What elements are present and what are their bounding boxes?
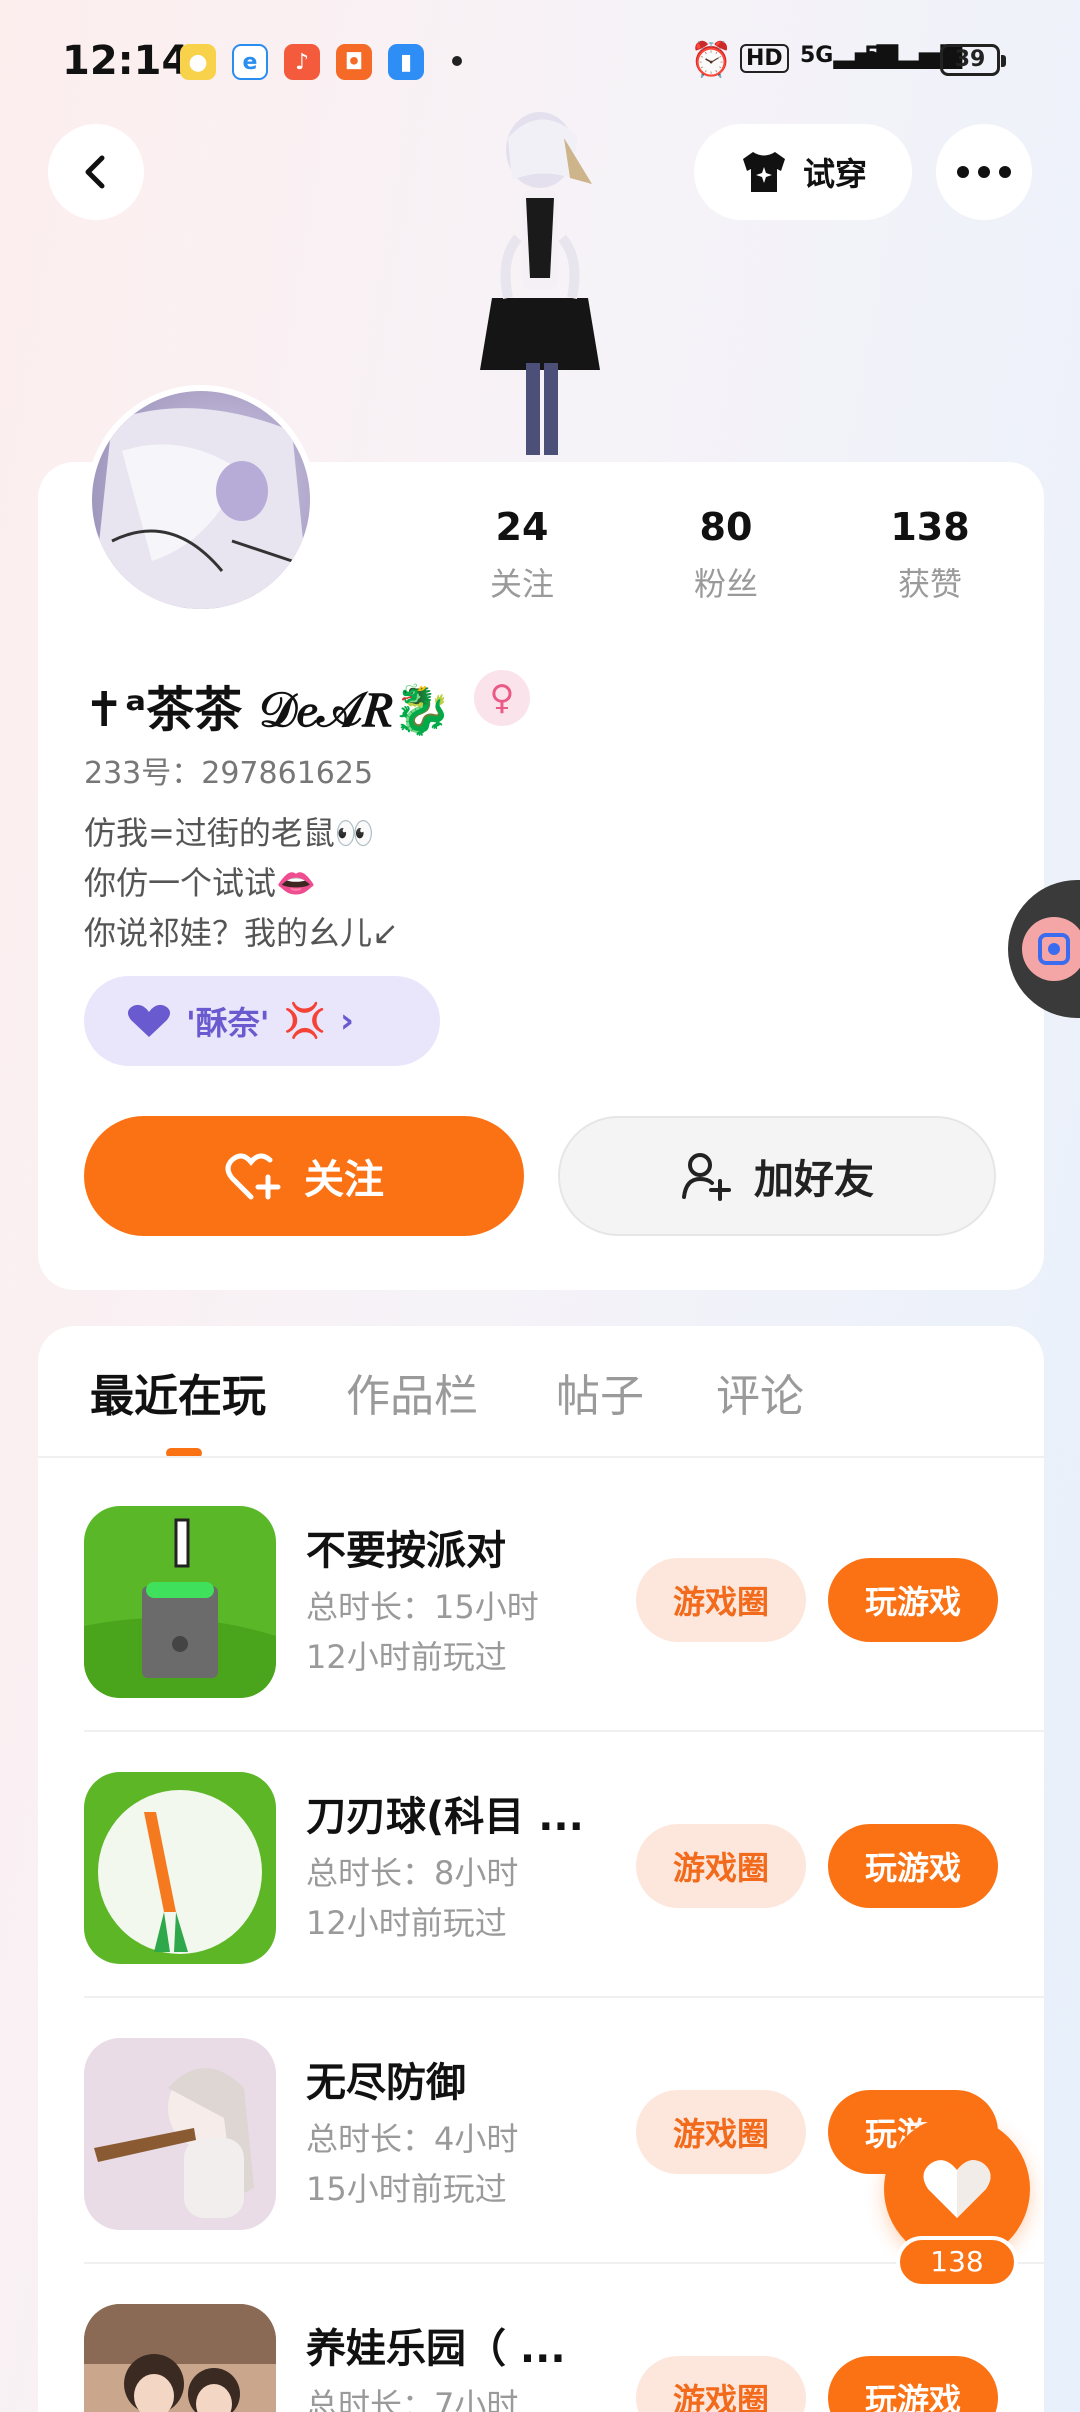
tab-works[interactable]: 作品栏	[346, 1360, 478, 1424]
stat-likes-label: 获赞	[897, 565, 962, 603]
game-thumbnail	[84, 1506, 276, 1698]
game-circle-button[interactable]: 游戏圈	[636, 2356, 806, 2412]
game-thumbnail	[84, 1772, 276, 1964]
back-button[interactable]	[48, 124, 144, 220]
game-last-played: 12小时前玩过	[306, 1904, 507, 1942]
tag-label: '酥奈'	[186, 1004, 270, 1042]
stat-following[interactable]: 24 关注	[442, 505, 602, 605]
profile-name: ✝ᵃ茶茶 𝒟𝑒𝒜𝑅🐉	[84, 682, 453, 738]
game-thumbnail	[84, 2304, 276, 2412]
more-button[interactable]	[936, 124, 1032, 220]
battery-indicator: 39	[940, 44, 1006, 76]
game-thumbnail	[84, 2038, 276, 2230]
tab-posts[interactable]: 帖子	[556, 1360, 644, 1424]
qq-browser-icon: e	[232, 44, 268, 80]
more-dots-icon	[957, 166, 1011, 178]
bio-line-2: 你仿一个试试👄	[84, 864, 316, 902]
stat-fans-value: 80	[699, 505, 753, 549]
follow-label: 关注	[304, 1157, 384, 1203]
floating-like-count: 138	[896, 2236, 1018, 2288]
game-title: 刀刃球(科目 ...	[306, 1794, 584, 1840]
weibo-icon: ●	[180, 44, 216, 80]
hd-indicator: HD	[740, 44, 789, 73]
game-duration: 总时长：8小时	[306, 1854, 519, 1892]
game-title: 养娃乐园（ ...	[306, 2326, 566, 2372]
tabs-divider	[38, 1456, 1044, 1458]
add-friend-label: 加好友	[754, 1157, 874, 1203]
heart-icon	[127, 1004, 171, 1037]
bio-line-3: 你说祁娃？我的幺儿↙	[84, 914, 399, 952]
shirt-sparkle-icon	[742, 152, 785, 192]
avatar-image	[92, 408, 310, 609]
profile-uid[interactable]: 233号：297861625	[84, 748, 373, 792]
chevron-right-icon: ›	[339, 1001, 354, 1041]
more-notifications-dot	[452, 56, 462, 66]
add-user-icon	[682, 1153, 731, 1201]
stat-likes[interactable]: 138 获赞	[850, 505, 1010, 605]
tab-recently-played[interactable]: 最近在玩	[90, 1360, 266, 1424]
game-circle-button[interactable]: 游戏圈	[636, 1824, 806, 1908]
stat-fans-label: 粉丝	[693, 565, 758, 603]
screenshot-icon	[1022, 917, 1080, 981]
app-store-icon: ◘	[336, 44, 372, 80]
try-on-button[interactable]: 试穿	[694, 124, 912, 220]
tab-comments[interactable]: 评论	[716, 1360, 804, 1424]
anger-icon: 💢	[283, 1001, 326, 1041]
heart-plus-icon	[225, 1153, 281, 1200]
game-row[interactable]: 刀刃球(科目 ... 总时长：8小时 12小时前玩过 游戏圈 玩游戏	[38, 1732, 1044, 1998]
game-duration: 总时长：15小时	[306, 1588, 539, 1626]
add-friend-button[interactable]: 加好友	[558, 1116, 996, 1236]
play-game-button[interactable]: 玩游戏	[828, 2356, 998, 2412]
game-last-played: 12小时前玩过	[306, 1638, 507, 1676]
alarm-icon: ⏰	[690, 40, 733, 80]
game-circle-button[interactable]: 游戏圈	[636, 1558, 806, 1642]
status-time: 12:14	[62, 38, 190, 84]
profile-tag-chip[interactable]: '酥奈' 💢 ›	[84, 976, 440, 1066]
bio-line-1: 仿我=过街的老鼠👀	[84, 814, 375, 852]
status-bar: 12:14 ● e ♪ ◘ ▮ ⏰ HD 5G▂▄▆ 5G▂▄▆ 39	[0, 0, 1080, 120]
game-row[interactable]: 养娃乐园（ ... 总时长：7小时 游戏圈 玩游戏	[38, 2264, 1044, 2412]
stat-following-label: 关注	[489, 565, 554, 603]
game-duration: 总时长：4小时	[306, 2120, 519, 2158]
stat-likes-value: 138	[890, 505, 970, 549]
game-circle-button[interactable]: 游戏圈	[636, 2090, 806, 2174]
chevron-left-icon	[85, 155, 105, 189]
follow-button[interactable]: 关注	[84, 1116, 524, 1236]
avatar-figure-3d	[480, 112, 600, 455]
game-title: 不要按派对	[306, 1528, 506, 1574]
stat-following-value: 24	[495, 505, 549, 549]
game-row[interactable]: 不要按派对 总时长：15小时 12小时前玩过 游戏圈 玩游戏	[38, 1466, 1044, 1732]
profile-bio: 仿我=过街的老鼠👀 你仿一个试试👄 你说祁娃？我的幺儿↙	[84, 808, 399, 958]
play-game-button[interactable]: 玩游戏	[828, 1824, 998, 1908]
gender-female-icon: ♀	[474, 670, 530, 726]
play-game-button[interactable]: 玩游戏	[828, 1558, 998, 1642]
try-on-label: 试穿	[802, 155, 867, 193]
game-last-played: 15小时前玩过	[306, 2170, 507, 2208]
docs-icon: ▮	[388, 44, 424, 80]
stat-fans[interactable]: 80 粉丝	[646, 505, 806, 605]
music-icon: ♪	[284, 44, 320, 80]
avatar[interactable]	[86, 385, 316, 615]
game-title: 无尽防御	[306, 2060, 466, 2106]
game-duration: 总时长：7小时	[306, 2386, 519, 2412]
heart-icon	[923, 2160, 991, 2218]
